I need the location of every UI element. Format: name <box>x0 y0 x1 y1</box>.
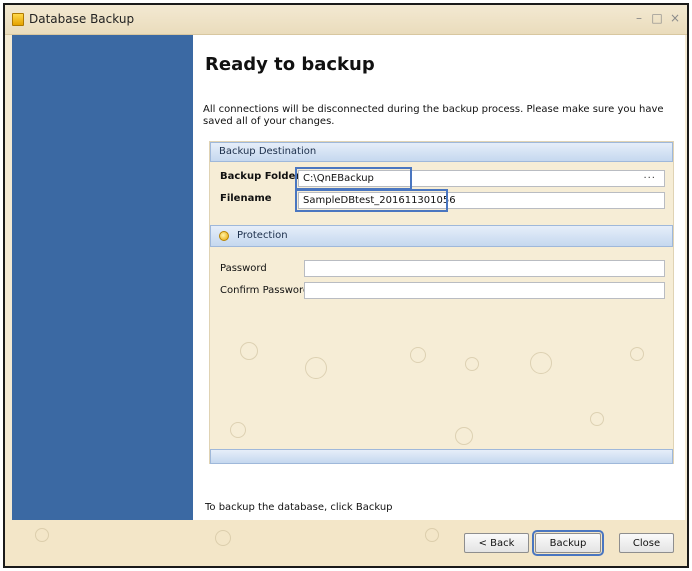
instruction-text: To backup the database, click Backup <box>205 502 393 513</box>
decor-bubble <box>465 357 479 371</box>
app-icon <box>12 13 24 26</box>
backup-folder-highlight <box>295 167 412 190</box>
title-bar: Database Backup – □ × <box>5 5 687 35</box>
backup-folder-field[interactable]: C:\QnEBackup ··· <box>295 167 665 190</box>
filename-label: Filename <box>220 193 272 204</box>
backup-folder-label: Backup Folder <box>220 171 301 182</box>
backup-destination-header: Backup Destination <box>210 142 673 162</box>
decor-bubble <box>425 528 439 542</box>
browse-button[interactable]: ··· <box>643 171 656 186</box>
password-label: Password <box>220 263 267 274</box>
button-bar: < Back Backup Close <box>5 520 687 566</box>
decor-bubble <box>35 528 49 542</box>
content-panel: Ready to backup All connections will be … <box>193 35 685 520</box>
maximize-icon[interactable]: □ <box>651 11 663 25</box>
decor-bubble <box>240 342 258 360</box>
decor-bubble <box>530 352 552 374</box>
window-title: Database Backup <box>29 12 135 26</box>
password-input[interactable] <box>304 260 665 277</box>
info-text: All connections will be disconnected dur… <box>203 104 664 127</box>
close-button[interactable]: Close <box>619 533 674 553</box>
backup-button[interactable]: Backup <box>532 530 604 556</box>
decor-bubble <box>215 530 231 546</box>
close-icon[interactable]: × <box>669 11 681 25</box>
decor-bubble <box>455 427 473 445</box>
back-button[interactable]: < Back <box>464 533 529 553</box>
settings-group: Backup Destination Backup Folder C:\QnEB… <box>209 141 674 464</box>
protection-header-label: Protection <box>237 230 288 241</box>
minimize-icon[interactable]: – <box>633 11 645 25</box>
filename-highlight <box>295 189 448 212</box>
sidebar-panel <box>12 35 193 520</box>
decor-bubble <box>590 412 604 426</box>
confirm-password-input[interactable] <box>304 282 665 299</box>
backup-window: Database Backup – □ × Ready to backup Al… <box>3 3 689 568</box>
protection-icon <box>219 231 229 241</box>
protection-header[interactable]: Protection <box>210 225 673 247</box>
decor-bubble <box>230 422 246 438</box>
filename-field[interactable]: SampleDBtest_201611301056 <box>295 189 665 212</box>
decor-bubble <box>410 347 426 363</box>
collapsed-group-header[interactable] <box>210 449 673 464</box>
decor-bubble <box>305 357 327 379</box>
confirm-password-label: Confirm Password <box>220 285 310 296</box>
window-controls: – □ × <box>633 11 681 25</box>
page-title: Ready to backup <box>205 54 375 75</box>
decor-bubble <box>630 347 644 361</box>
